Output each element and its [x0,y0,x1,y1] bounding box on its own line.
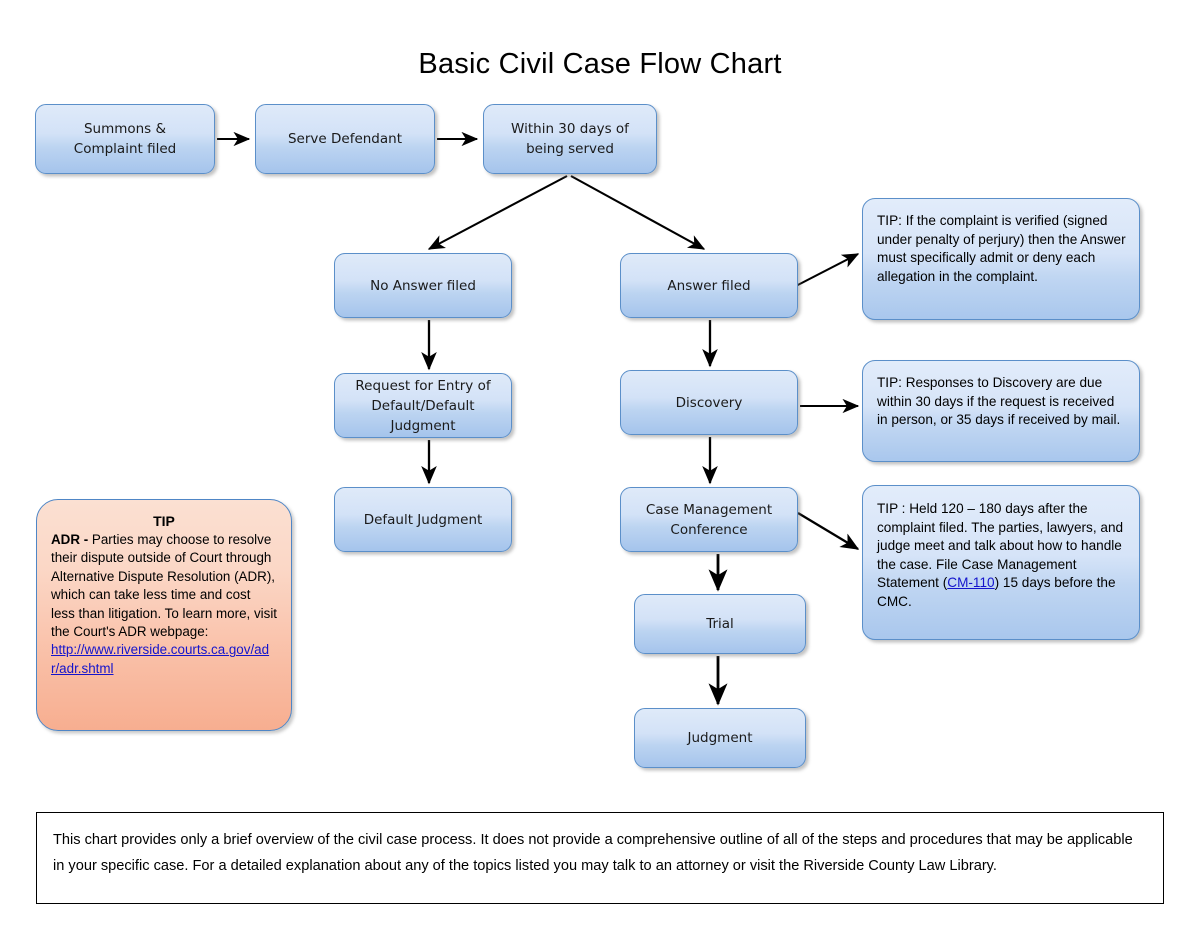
edge-cmc-to-tip-cmc [797,512,860,550]
tip-text: TIP : Held 120 – 180 days after the comp… [877,500,1127,612]
page-title: Basic Civil Case Flow Chart [418,48,782,80]
edge-answer-to-tip-answer [789,253,860,290]
adr-tip-body: ADR - Parties may choose to resolve thei… [51,531,277,678]
node-judgment[interactable]: Judgment [634,708,806,768]
flowchart-canvas: Basic Civil Case Flow Chart Summons & Co… [0,0,1200,927]
node-label: Case Management Conference [645,501,773,538]
adr-lead-label: ADR - [51,532,89,547]
node-label: Discovery [675,394,743,411]
adr-webpage-link[interactable]: http://www.riverside.courts.ca.gov/adr/a… [51,642,269,675]
tip-text: TIP: If the complaint is verified (signe… [877,213,1126,284]
disclaimer-text: This chart provides only a brief overvie… [53,832,1133,874]
node-label: No Answer filed [370,277,476,294]
node-request-for-entry-of-default[interactable]: Request for Entry of Default/Default Jud… [334,373,512,438]
node-label: Judgment [687,730,753,746]
cm-110-link[interactable]: CM-110 [947,575,994,590]
node-case-management-conference[interactable]: Case Management Conference [620,487,798,552]
adr-tip-heading: TIP [153,513,175,529]
adr-body-text: Parties may choose to resolve their disp… [51,532,278,640]
node-summons-complaint-filed[interactable]: Summons & Complaint filed [35,104,215,174]
node-label: Trial [706,616,734,632]
node-discovery[interactable]: Discovery [620,370,798,435]
node-answer-filed[interactable]: Answer filed [620,253,798,318]
tip-text: TIP: Responses to Discovery are due with… [877,375,1121,428]
node-label: Summons & Complaint filed [73,121,177,157]
node-trial[interactable]: Trial [634,594,806,654]
node-default-judgment[interactable]: Default Judgment [334,487,512,552]
tip-box-answer-verified-complaint: TIP: If the complaint is verified (signe… [862,198,1140,320]
node-label: Serve Defendant [287,131,403,147]
node-label: Request for Entry of Default/Default Jud… [355,377,491,434]
node-serve-defendant[interactable]: Serve Defendant [255,104,435,174]
edge-within30-to-noanswer [427,175,568,250]
tip-box-adr: TIP ADR - Parties may choose to resolve … [36,499,292,731]
node-label: Within 30 days of being served [511,121,629,157]
tip-box-discovery-response-deadline: TIP: Responses to Discovery are due with… [862,360,1140,462]
edge-within30-to-answer [570,175,706,250]
disclaimer-box: This chart provides only a brief overvie… [36,812,1164,904]
node-label: Default Judgment [363,511,483,528]
node-no-answer-filed[interactable]: No Answer filed [334,253,512,318]
tip-box-case-management-conference: TIP : Held 120 – 180 days after the comp… [862,485,1140,640]
node-label: Answer filed [667,277,751,294]
node-within-30-days[interactable]: Within 30 days of being served [483,104,657,174]
